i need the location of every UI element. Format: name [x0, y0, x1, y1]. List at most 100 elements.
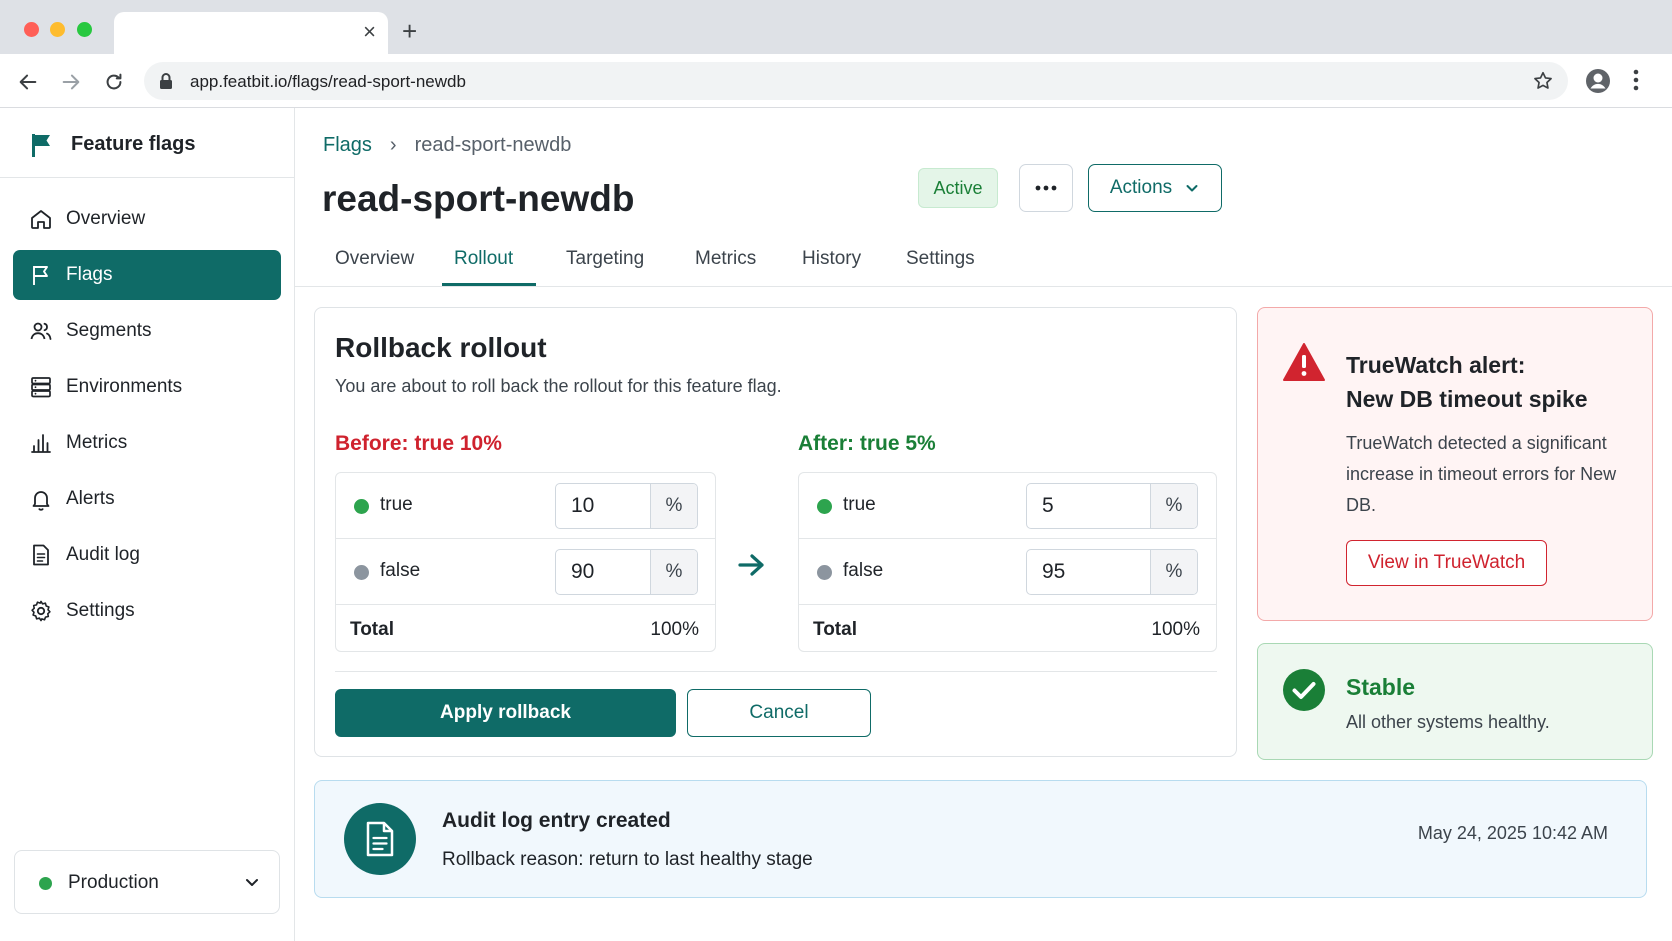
alert-title-line-1: TrueWatch alert:	[1346, 352, 1526, 378]
sidebar-item-label: Metrics	[66, 432, 128, 453]
sidebar-brand-title: Feature flags	[71, 133, 196, 155]
input-value: 95	[1042, 560, 1066, 583]
after-false-percent-input[interactable]: 95 %	[1026, 549, 1198, 595]
more-options-button[interactable]	[1019, 164, 1073, 212]
sidebar-item-label: Overview	[66, 208, 146, 229]
sidebar-item-metrics[interactable]: Metrics	[13, 418, 281, 468]
cancel-button[interactable]: Cancel	[687, 689, 871, 737]
check-circle-icon	[1282, 668, 1326, 717]
variation-false-dot	[354, 565, 369, 580]
audit-log-notice: Audit log entry created Rollback reason:…	[314, 780, 1647, 898]
rollback-title: Rollback rollout	[335, 332, 547, 363]
server-icon	[28, 374, 54, 400]
after-label: After: true 5%	[798, 432, 936, 455]
before-true-percent-input[interactable]: 10 %	[555, 483, 698, 529]
browser-tab[interactable]: ×	[114, 12, 388, 54]
total-value: 100%	[650, 619, 699, 640]
alert-title: TrueWatch alert: New DB timeout spike	[1346, 348, 1636, 416]
window-zoom-button[interactable]	[77, 22, 92, 37]
tab-history[interactable]: History	[802, 248, 861, 287]
ellipsis-icon	[1034, 179, 1058, 197]
sidebar-item-label: Audit log	[66, 544, 140, 565]
audit-reason: Rollback reason: return to last healthy …	[442, 849, 813, 870]
apply-rollback-button[interactable]: Apply rollback	[335, 689, 676, 737]
variation-row: false 95 %	[799, 539, 1216, 605]
sidebar-item-label: Segments	[66, 320, 152, 341]
sidebar-item-label: Flags	[66, 264, 113, 285]
flag-icon	[30, 132, 54, 163]
browser-menu-icon[interactable]	[1632, 67, 1640, 98]
variation-false-dot	[817, 565, 832, 580]
tab-overview[interactable]: Overview	[335, 248, 414, 287]
bell-icon	[28, 486, 54, 512]
sidebar-item-settings[interactable]: Settings	[13, 586, 281, 636]
window-close-button[interactable]	[24, 22, 39, 37]
after-true-percent-input[interactable]: 5 %	[1026, 483, 1198, 529]
alert-description: TrueWatch detected a significant increas…	[1346, 433, 1617, 515]
profile-avatar-icon[interactable]	[1584, 67, 1612, 100]
sidebar-item-environments[interactable]: Environments	[13, 362, 281, 412]
back-icon[interactable]	[14, 68, 42, 96]
variation-name: false	[380, 560, 421, 581]
chevron-down-icon	[1186, 185, 1198, 192]
bar-chart-icon	[28, 430, 54, 456]
variation-name: true	[843, 494, 876, 515]
url-text: app.featbit.io/flags/read-sport-newdb	[190, 72, 466, 91]
breadcrumb-flags-link[interactable]: Flags	[323, 134, 372, 157]
lock-icon	[158, 72, 174, 95]
status-badge: Active	[918, 168, 998, 208]
document-icon	[28, 542, 54, 568]
tab-close-icon[interactable]: ×	[363, 21, 376, 43]
sidebar-item-audit-log[interactable]: Audit log	[13, 530, 281, 580]
flag-tabs: Overview Rollout Targeting Metrics Histo…	[295, 240, 1672, 287]
sidebar-item-alerts[interactable]: Alerts	[13, 474, 281, 524]
environment-status-dot	[39, 877, 52, 890]
tab-rollout[interactable]: Rollout	[454, 248, 513, 287]
sidebar-item-label: Settings	[66, 600, 135, 621]
breadcrumb-current: read-sport-newdb	[414, 134, 572, 156]
view-in-truewatch-button[interactable]: View in TrueWatch	[1346, 540, 1547, 586]
before-allocation-table: true 10 % false 90 % Total 100%	[335, 472, 716, 652]
rollback-card: Rollback rollout You are about to roll b…	[314, 307, 1237, 757]
environment-select[interactable]: Production	[14, 850, 280, 914]
percent-unit: %	[1150, 550, 1197, 594]
total-row: Total 100%	[799, 605, 1216, 652]
truewatch-alert-card: TrueWatch alert: New DB timeout spike Tr…	[1257, 307, 1653, 621]
window-minimize-button[interactable]	[50, 22, 65, 37]
stable-title: Stable	[1346, 674, 1416, 700]
variation-row: true 5 %	[799, 473, 1216, 539]
variation-row: false 90 %	[336, 539, 715, 605]
new-tab-button[interactable]: +	[402, 18, 417, 44]
address-bar[interactable]: app.featbit.io/flags/read-sport-newdb	[144, 62, 1568, 100]
actions-label: Actions	[1109, 177, 1173, 198]
variation-true-dot	[354, 499, 369, 514]
warning-icon	[1282, 342, 1326, 387]
tab-targeting[interactable]: Targeting	[566, 248, 644, 287]
sidebar: Feature flags Overview Flags Segments En…	[0, 108, 295, 941]
percent-unit: %	[650, 484, 697, 528]
sidebar-item-flags[interactable]: Flags	[13, 250, 281, 300]
tab-metrics[interactable]: Metrics	[695, 248, 756, 287]
users-icon	[28, 318, 54, 344]
sidebar-brand: Feature flags	[0, 108, 294, 178]
alert-title-line-2: New DB timeout spike	[1346, 386, 1588, 412]
flag-icon	[28, 262, 54, 288]
total-label: Total	[350, 619, 394, 640]
tab-settings[interactable]: Settings	[906, 248, 975, 287]
chevron-down-icon	[243, 873, 261, 896]
reload-icon[interactable]	[100, 68, 128, 96]
bookmark-star-icon[interactable]	[1532, 70, 1554, 97]
before-label: Before: true 10%	[335, 432, 502, 455]
browser-toolbar: app.featbit.io/flags/read-sport-newdb	[0, 54, 1672, 108]
variation-name: true	[380, 494, 413, 515]
gear-icon	[28, 598, 54, 624]
actions-button[interactable]: Actions	[1088, 164, 1222, 212]
sidebar-item-segments[interactable]: Segments	[13, 306, 281, 356]
total-row: Total 100%	[336, 605, 715, 652]
before-false-percent-input[interactable]: 90 %	[555, 549, 698, 595]
percent-unit: %	[650, 550, 697, 594]
sidebar-item-overview[interactable]: Overview	[13, 194, 281, 244]
forward-icon[interactable]	[57, 68, 85, 96]
environment-label: Production	[68, 872, 159, 893]
variation-name: false	[843, 560, 884, 581]
